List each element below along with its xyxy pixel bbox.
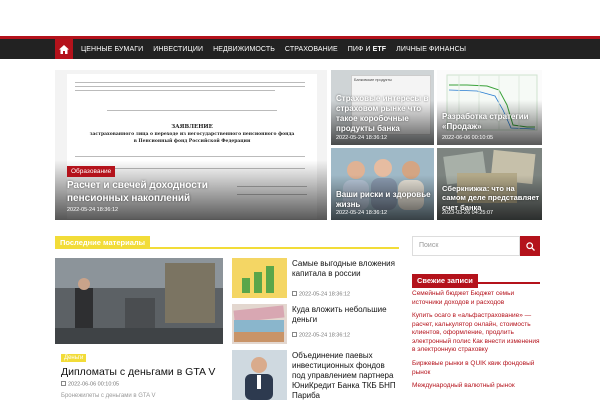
sidebar-heading: Свежие записи [412, 270, 540, 288]
nav-item-finance[interactable]: ЛИЧНЫЕ ФИНАНСЫ [391, 46, 471, 53]
hero-main-date: 2022-05-24 18:36:12 [67, 207, 119, 213]
search-input[interactable]: Поиск [412, 236, 520, 256]
small-post-image [232, 258, 287, 298]
category-badge[interactable]: Образование [67, 166, 116, 177]
sidebar-heading-label: Свежие записи [412, 274, 478, 288]
tile-2-title[interactable]: Разработка стратегии «Продаж» [442, 112, 540, 132]
latest-big-date-text: 2022-06-06 00:10:05 [68, 381, 120, 388]
hero-main-card[interactable]: ЗАЯВЛЕНИЕ застрахованного лица о переход… [55, 70, 327, 220]
tile-3-date: 2022-05-24 18:36:12 [336, 210, 388, 216]
nav-item-investments[interactable]: ИНВЕСТИЦИИ [148, 46, 208, 53]
nav-item-realestate[interactable]: НЕДВИЖИМОСТЬ [208, 46, 280, 53]
small-post-title[interactable]: Куда вложить небольшие деньги [292, 305, 400, 325]
banknotes-illustration [232, 304, 287, 344]
tile-1-title[interactable]: Страховые интересы в страховом рынке что… [336, 94, 432, 134]
sidebar-list: Семейный бюджет Бюджет семьи источники д… [412, 290, 542, 396]
doc-title: ЗАЯВЛЕНИЕ [171, 124, 213, 130]
tile-1-date: 2022-05-24 18:36:12 [336, 135, 388, 141]
tile-3-title[interactable]: Ваши риски и здоровье жизнь [336, 190, 432, 210]
nav-item-securities[interactable]: ЦЕННЫЕ БУМАГИ [76, 46, 148, 53]
latest-big-date: 2022-06-06 00:10:05 [61, 381, 119, 388]
hero-tile-1[interactable]: Банковские продукты Страховые интересы в… [331, 70, 434, 145]
home-button[interactable] [55, 39, 73, 59]
tile-4-date: 2023-03-26 04:25:07 [442, 210, 494, 216]
growth-illustration [232, 258, 287, 298]
calendar-icon [292, 291, 297, 296]
doc-subtitle-1: застрахованного лица о переходе из негос… [89, 132, 295, 137]
doc-subtitle-2: в Пенсионный фонд Российской Федерации [133, 139, 251, 144]
small-post-image [232, 350, 287, 400]
small-post-date-text: 2022-05-24 18:36:12 [299, 332, 351, 339]
businessman-illustration [232, 350, 287, 400]
tile-4-title[interactable]: Сберкнижка: что на самом деле представля… [442, 184, 540, 212]
small-post-title[interactable]: Самые выгодные вложения капитала в росси… [292, 259, 400, 279]
nav-item-insurance[interactable]: СТРАХОВАНИЕ [280, 46, 343, 53]
sidebar-link[interactable]: Биржевые рынки в QUIK квик фондовый рыно… [412, 360, 542, 382]
search-icon [525, 241, 535, 251]
latest-small-post-1[interactable]: Самые выгодные вложения капитала в росси… [232, 258, 400, 302]
hero-tile-4[interactable]: Сберкнижка: что на самом деле представля… [437, 148, 542, 220]
home-icon [59, 44, 69, 54]
nav-menu: ЦЕННЫЕ БУМАГИ ИНВЕСТИЦИИ НЕДВИЖИМОСТЬ СТ… [76, 39, 471, 59]
hero-tile-2[interactable]: Разработка стратегии «Продаж» 2022-06-06… [437, 70, 542, 145]
nav-item-pif-label: ПИФ И [347, 45, 373, 53]
small-post-date-text: 2022-05-24 18:36:12 [299, 291, 351, 298]
sidebar-link[interactable]: Международный валютный рынок [412, 382, 542, 396]
tile-1-caption: Банковские продукты [354, 78, 392, 82]
hero-main-title[interactable]: Расчет и свечей доходности пенсионных на… [67, 180, 267, 205]
calendar-icon [61, 381, 66, 386]
latest-small-post-2[interactable]: Куда вложить небольшие деньги 2022-05-24… [232, 304, 400, 348]
latest-big-image[interactable] [55, 258, 223, 344]
game-scene-illustration [55, 258, 223, 344]
sidebar-link[interactable]: Семейный бюджет Бюджет семьи источники д… [412, 290, 542, 312]
small-post-title[interactable]: Объединение паевых инвестиционных фондов… [292, 351, 400, 401]
sidebar-link[interactable]: Купить осаго в «альфастрахование» — расч… [412, 312, 542, 360]
latest-small-post-3[interactable]: Объединение паевых инвестиционных фондов… [232, 350, 400, 400]
small-post-date: 2022-05-24 18:36:12 [292, 291, 350, 298]
latest-big-title[interactable]: Дипломаты с деньгами в GTA V [61, 366, 215, 378]
latest-big-excerpt: Бронежилеты с деньгами в GTA V [61, 393, 156, 399]
latest-big-category[interactable]: Деньги [61, 354, 87, 362]
nav-item-pif[interactable]: ПИФ И ETF [343, 46, 391, 53]
hero-tile-3[interactable]: Ваши риски и здоровье жизнь 2022-05-24 1… [331, 148, 434, 220]
search-button[interactable] [520, 236, 540, 256]
tile-2-date: 2022-06-06 00:10:05 [442, 135, 494, 141]
small-post-date: 2022-05-24 18:36:12 [292, 332, 350, 339]
nav-item-pif-bold: ETF [372, 45, 387, 53]
section-latest-label: Последние материалы [55, 236, 151, 249]
calendar-icon [292, 332, 297, 337]
small-post-image [232, 304, 287, 344]
